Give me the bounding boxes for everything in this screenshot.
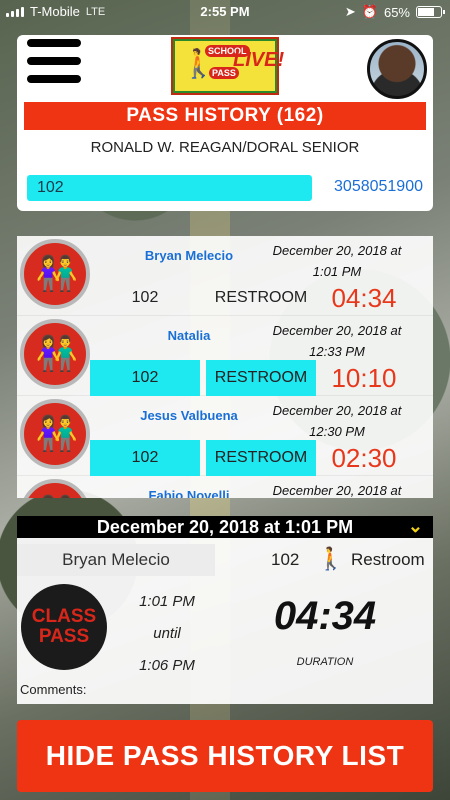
detail-student-name: Bryan Melecio [17, 544, 215, 576]
pass-reason: RESTROOM [206, 360, 316, 396]
page-title: PASS HISTORY (162) [24, 102, 426, 130]
pass-reason: RESTROOM [214, 289, 308, 306]
battery-icon [416, 6, 445, 18]
restroom-icon: 👫 [20, 239, 90, 309]
list-item[interactable]: 👫 Natalia December 20, 2018 at 12:33 PM 1… [17, 316, 433, 396]
pass-duration: 10:10 [331, 362, 397, 393]
detail-date: December 20, 2018 at 1:01 PM [96, 516, 354, 537]
menu-icon[interactable] [27, 39, 81, 93]
pass-date: December 20, 2018 at 1:01 PM [272, 243, 402, 279]
list-item[interactable]: 👫 Bryan Melecio December 20, 2018 at 1:01… [17, 236, 433, 316]
pass-time-range: 1:01 PM until 1:06 PM [127, 586, 207, 682]
comments-label: Comments: [20, 682, 87, 697]
avatar[interactable] [367, 39, 427, 99]
detail-duration: 04:34 [273, 594, 377, 638]
location-icon: ➤ [344, 4, 356, 19]
pass-date: December 20, 2018 at 12:30 PM [272, 403, 402, 439]
duration-label: DURATION [296, 656, 354, 668]
class-pass-logo: CLASS PASS [21, 584, 107, 670]
restroom-icon: 👫 [20, 399, 90, 469]
logo-live-text: LIVE! [233, 49, 285, 71]
restroom-icon: 👫 [20, 479, 90, 498]
alarm-icon: ⏰ [361, 4, 378, 19]
school-name: RONALD W. REAGAN/DORAL SENIOR [90, 139, 360, 156]
walking-icon: 🚶 [317, 546, 345, 571]
detail-header[interactable]: December 20, 2018 at 1:01 PM ⌄ [17, 516, 433, 538]
list-item[interactable]: 👫 Fabio Novelli December 20, 2018 at [17, 476, 433, 498]
pass-reason: RESTROOM [206, 440, 316, 476]
room-number: 102 [90, 360, 200, 396]
phone-link[interactable]: 3058051900 [334, 178, 423, 196]
pass-duration: 04:34 [331, 282, 397, 313]
end-time: 1:06 PM [139, 657, 195, 674]
hide-pass-history-button[interactable]: HIDE PASS HISTORY LIST [17, 720, 433, 792]
status-bar: T-Mobile LTE 2:55 PM ➤ ⏰ 65% [0, 0, 450, 22]
chevron-down-icon[interactable]: ⌄ [408, 516, 423, 537]
pass-date: December 20, 2018 at [272, 483, 402, 498]
header-card: 🚶 SCHOOL PASS LIVE! PASS HISTORY (162) R… [17, 35, 433, 211]
detail-room: 102 [271, 550, 300, 569]
room-number: 102 [131, 289, 159, 306]
pass-detail-card: December 20, 2018 at 1:01 PM ⌄ Bryan Mel… [17, 516, 433, 704]
until-label: until [153, 625, 181, 642]
pass-history-list[interactable]: 👫 Bryan Melecio December 20, 2018 at 1:01… [17, 236, 433, 498]
restroom-icon: 👫 [20, 319, 90, 389]
room-search-input[interactable] [27, 175, 312, 201]
battery-percent: 65% [383, 4, 410, 20]
pass-duration: 02:30 [331, 442, 397, 473]
list-item[interactable]: 👫 Jesus Valbuena December 20, 2018 at 12:… [17, 396, 433, 476]
room-number: 102 [90, 440, 200, 476]
pass-date: December 20, 2018 at 12:33 PM [272, 323, 402, 359]
start-time: 1:01 PM [139, 593, 195, 610]
detail-reason: Restroom [351, 550, 425, 569]
school-pass-live-logo: 🚶 SCHOOL PASS LIVE! [171, 37, 284, 95]
